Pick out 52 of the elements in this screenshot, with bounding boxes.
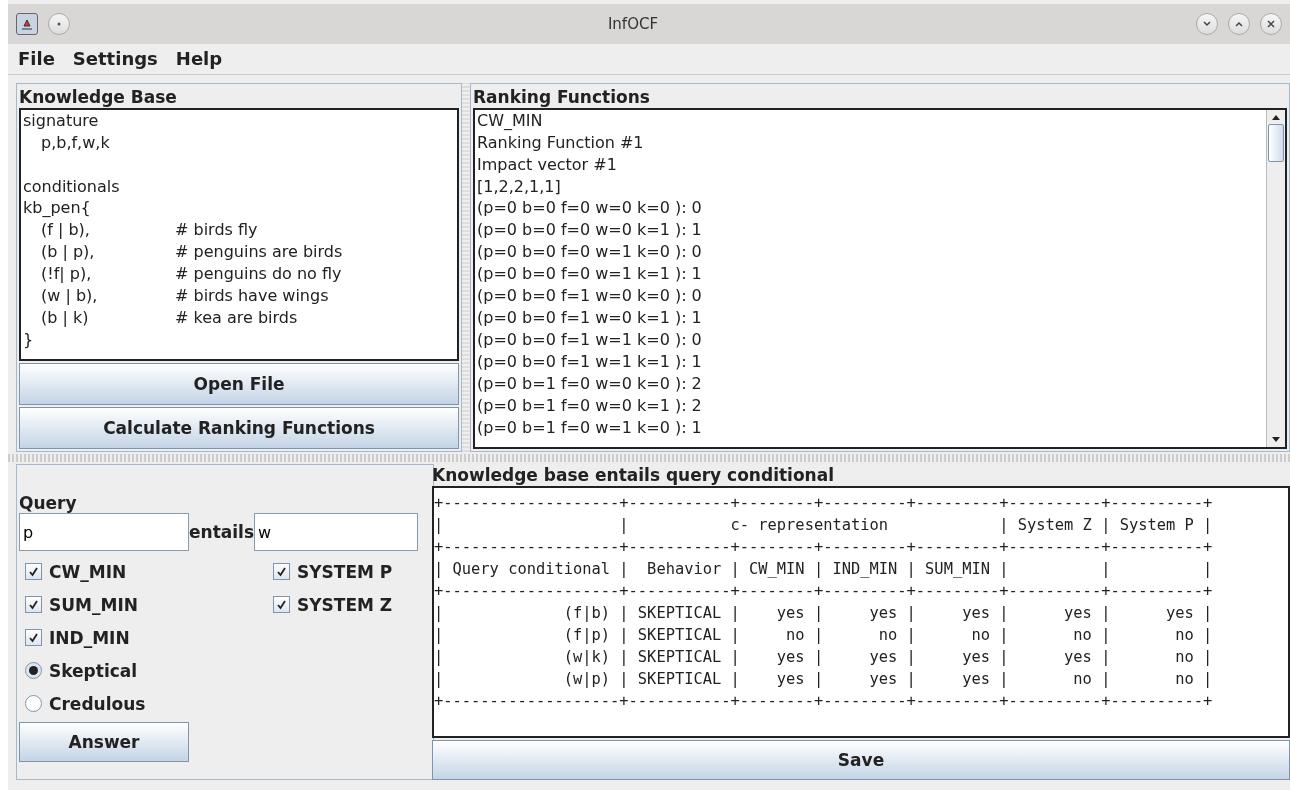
action-button[interactable]: Calculate Ranking Functions [19, 407, 459, 449]
dot-icon [57, 21, 61, 26]
checkbox-box[interactable] [273, 563, 290, 580]
option-label: SUM_MIN [49, 594, 138, 615]
menu-item[interactable]: File [18, 48, 55, 70]
checkbox[interactable]: SYSTEM P [273, 561, 433, 582]
checkbox-box[interactable] [25, 596, 42, 613]
entails-label: entails [189, 522, 254, 542]
maximize-button[interactable] [1228, 12, 1250, 35]
scrollbar[interactable] [1266, 109, 1285, 447]
panel-title: Knowledge base entails query conditional [432, 464, 835, 486]
option-label: IND_MIN [49, 627, 130, 648]
minimize-button[interactable] [1196, 12, 1218, 35]
option-label: CW_MIN [49, 561, 127, 582]
app-icon[interactable] [16, 12, 38, 35]
checkmark-icon [28, 632, 39, 643]
menu-item[interactable]: Settings [72, 48, 158, 70]
option-label: Credulous [49, 693, 146, 714]
checkmark-icon [28, 566, 39, 577]
scrollbar-thumb[interactable] [1268, 123, 1284, 162]
menu-item[interactable]: Help [175, 48, 223, 70]
action-button[interactable]: Open File [19, 363, 459, 405]
option-label: SYSTEM P [297, 561, 393, 582]
chevron-down-icon [1202, 18, 1212, 29]
panel-title: Ranking Functions [473, 85, 651, 108]
result-output: +-------------------+-----------+--------+---------+---------+----------+----------+ | | c- representation | System Z | System P | +-------------------+-----------+--------+---------+---------+----------+----------+ | Query conditional | Behavior | CW_MIN | IND_MIN | SUM_MIN | | | +-------------------+-----------+--------+---------+---------+----------+----------+ | (f|b) | SKEPTICAL | yes | yes | yes | yes | yes | | (f|p) | SKEPTICAL | no | no | no | no | no | | (w|k) | SKEPTICAL | yes | yes | yes | yes | no | | (w|p) | SKEPTICAL | yes | yes | yes | no | no | +-------------------+-----------+--------+---------+---------+----------+----------+ [432, 486, 1290, 738]
save-button[interactable]: Save [432, 740, 1290, 780]
radio-button[interactable]: Credulous [25, 693, 273, 714]
checkbox[interactable]: CW_MIN [25, 561, 273, 582]
checkbox[interactable]: SUM_MIN [25, 594, 273, 615]
checkbox-box[interactable] [273, 596, 290, 613]
checkmark-icon [276, 566, 287, 577]
close-button[interactable] [1260, 12, 1282, 35]
premise-field[interactable]: p [19, 513, 189, 551]
option-label: SYSTEM Z [297, 594, 393, 615]
checkmark-icon [276, 599, 287, 610]
close-icon [1266, 18, 1276, 29]
window-title: InfOCF [606, 14, 660, 33]
query-label: Query [19, 493, 78, 513]
knowledge-base-editor[interactable]: signature p,b,f,w,k conditionals kb_pen{ (f | b), # birds fly (b | p), # penguins are birds (!f| p), # penguins do no fly (w | b), # birds have wings (b | k) # kea are birds } [19, 107, 459, 361]
checkbox-box[interactable] [25, 563, 42, 580]
checkbox[interactable]: SYSTEM Z [273, 594, 433, 615]
checkbox[interactable]: IND_MIN [25, 627, 273, 648]
radio-button[interactable]: Skeptical [25, 660, 273, 681]
checkbox-box[interactable] [25, 629, 42, 646]
radio-circle[interactable] [25, 695, 42, 712]
option-label: Skeptical [49, 660, 138, 681]
conclusion-field[interactable]: w [254, 513, 418, 551]
checkmark-icon [28, 599, 39, 610]
panel-title: Knowledge Base [19, 85, 178, 108]
radio-circle[interactable] [25, 662, 42, 679]
answer-button[interactable]: Answer [19, 722, 189, 762]
